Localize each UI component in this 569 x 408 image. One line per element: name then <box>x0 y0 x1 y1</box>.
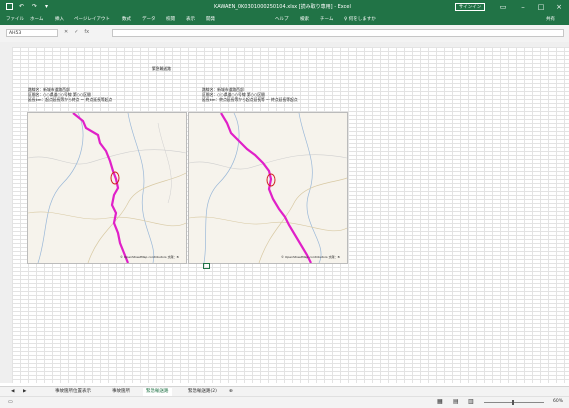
ribbon-display-options-icon[interactable]: ▭ <box>498 2 508 12</box>
window-title: KAWAEN_0K0301000250104.xlsx [読み取り専用] - E… <box>214 4 351 10</box>
tab-file[interactable]: ファイル <box>6 16 24 22</box>
ready-icon: ▭ <box>8 399 13 405</box>
formula-bar-controls: ✕ ✓ fx <box>64 29 89 35</box>
left-map-drawing <box>28 113 186 263</box>
undo-icon[interactable]: ↶ <box>19 3 26 10</box>
zoom-level[interactable]: 60% <box>553 399 563 404</box>
left-info-line-3: 延長km：起点延長等から終点 ～ 終点延長等起点 <box>28 97 113 102</box>
tab-home[interactable]: ホーム <box>30 16 43 22</box>
normal-view-icon[interactable]: ▦ <box>437 398 443 405</box>
tab-insert[interactable]: 挿入 <box>55 16 64 22</box>
left-map-image: © OpenStreetMap contributors 文献：B <box>27 112 187 264</box>
status-bar: ▭ ▦ ▤ ▥ 60% <box>0 396 569 408</box>
page-layout-view-icon[interactable]: ▤ <box>453 398 459 405</box>
sheet-heading: 緊急輸送路 <box>152 66 171 71</box>
left-map-credit: © OpenStreetMap contributors 文献：B <box>120 255 179 259</box>
cancel-icon[interactable]: ✕ <box>64 29 68 35</box>
active-cell[interactable] <box>203 263 210 269</box>
share-button[interactable]: 共有 <box>546 16 555 22</box>
minimize-icon[interactable]: – <box>518 2 528 12</box>
right-map-image: © OpenStreetMap contributors 文献：B <box>188 112 348 264</box>
name-box[interactable]: AH53 <box>6 29 58 37</box>
tab-team[interactable]: チーム <box>320 16 333 22</box>
tab-search[interactable]: 検索 <box>300 16 309 22</box>
formula-input[interactable] <box>112 29 564 37</box>
right-map-credit: © OpenStreetMap contributors 文献：B <box>281 255 340 259</box>
save-icon[interactable] <box>6 3 13 10</box>
redo-icon[interactable]: ↷ <box>32 3 39 10</box>
tab-help[interactable]: ヘルプ <box>275 16 289 22</box>
tell-me-box[interactable]: ♀ 何をしますか <box>344 16 376 22</box>
tab-review[interactable]: 校閲 <box>166 16 175 22</box>
right-info-line-3: 延長km：終点延長等から起点延長等 ～ 終点延長等起点 <box>202 97 298 102</box>
tab-formulas[interactable]: 数式 <box>122 16 131 22</box>
tab-nav-next-icon[interactable]: ▶ <box>20 388 29 396</box>
quick-access-toolbar: ↶ ↷ ▾ <box>6 3 52 10</box>
customize-qat-icon[interactable]: ▾ <box>45 3 52 10</box>
enter-icon[interactable]: ✓ <box>74 29 78 35</box>
title-bar: ↶ ↷ ▾ KAWAEN_0K0301000250104.xlsx [読み取り専… <box>0 0 569 14</box>
insert-function-icon[interactable]: fx <box>84 29 89 35</box>
tab-page-layout[interactable]: ページレイアウト <box>74 16 110 22</box>
route-line <box>220 113 312 263</box>
zoom-slider[interactable] <box>484 402 544 403</box>
maximize-icon[interactable]: □ <box>536 2 546 12</box>
signin-button[interactable]: サインイン <box>455 3 485 11</box>
sheet-tab-accident-map[interactable]: 事故箇所位置表示 <box>52 388 94 396</box>
ribbon-tabs: ファイル ホーム 挿入 ページレイアウト 数式 データ 校閲 表示 開発 ヘルプ… <box>0 14 569 25</box>
formula-bar: AH53 ✕ ✓ fx <box>0 25 569 43</box>
close-icon[interactable]: × <box>554 2 564 12</box>
tab-developer[interactable]: 開発 <box>206 16 215 22</box>
add-sheet-icon[interactable]: ⊕ <box>226 388 236 396</box>
page-break-view-icon[interactable]: ▥ <box>468 398 474 405</box>
tab-view[interactable]: 表示 <box>186 16 195 22</box>
zoom-slider-thumb[interactable] <box>512 400 514 405</box>
sheet-tab-emergency-route-2[interactable]: 緊急輸送路(2) <box>185 388 220 396</box>
sheet-tab-accident[interactable]: 事故箇所 <box>109 388 133 396</box>
route-line <box>72 113 130 263</box>
right-map-drawing <box>189 113 347 263</box>
tab-data[interactable]: データ <box>142 16 156 22</box>
tab-nav-prev-icon[interactable]: ◀ <box>8 388 17 396</box>
